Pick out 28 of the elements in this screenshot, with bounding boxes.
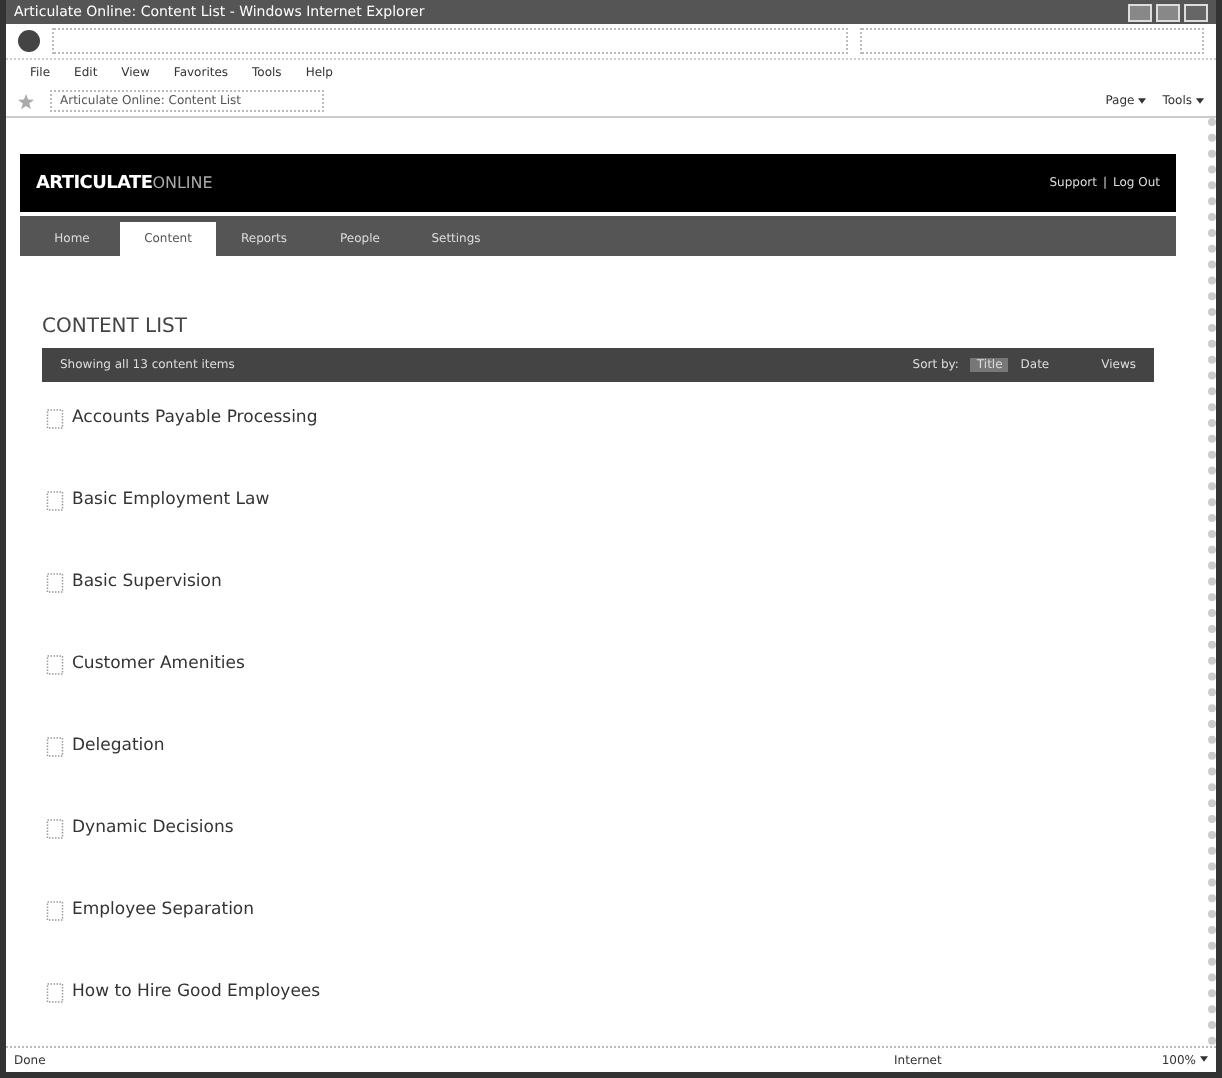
page-heading: CONTENT LIST: [42, 316, 190, 338]
course-icon: [46, 982, 64, 1004]
back-button[interactable]: [18, 30, 40, 52]
maximize-button[interactable]: [1156, 3, 1180, 21]
content-title-link[interactable]: How to Hire Good Employees: [72, 982, 321, 1002]
content-title-link[interactable]: Basic Supervision: [72, 572, 222, 592]
minimize-button[interactable]: [1128, 3, 1152, 21]
course-icon: [46, 408, 64, 430]
course-icon: [46, 900, 64, 922]
caret-icon: [1138, 97, 1147, 104]
content-title-link[interactable]: Employee Separation: [72, 900, 255, 920]
content-title-link[interactable]: Basic Employment Law: [72, 490, 270, 510]
search-field[interactable]: [860, 28, 1204, 54]
close-button[interactable]: [1184, 3, 1208, 21]
caret-icon: [1196, 97, 1204, 104]
course-icon: [46, 736, 64, 758]
logo[interactable]: ARTICULATEONLINE: [36, 173, 213, 193]
caret-icon: [1200, 1056, 1208, 1063]
content-title-link[interactable]: Delegation: [72, 736, 165, 756]
course-icon: [46, 654, 64, 676]
course-icon: [46, 818, 64, 840]
address-field[interactable]: [52, 28, 848, 54]
content-title-link[interactable]: Customer Amenities: [72, 654, 245, 674]
course-icon: [46, 490, 64, 512]
star-icon[interactable]: [18, 93, 34, 109]
content-title-link[interactable]: Dynamic Decisions: [72, 818, 234, 838]
content-title-link[interactable]: Accounts Payable Processing: [72, 408, 318, 428]
course-icon: [46, 572, 64, 594]
